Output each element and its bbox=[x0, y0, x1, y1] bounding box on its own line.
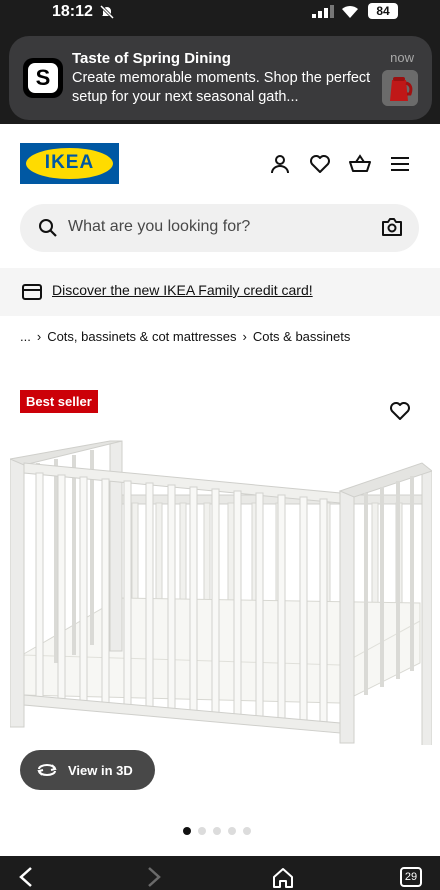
heart-icon[interactable] bbox=[308, 152, 332, 176]
pagination-dot[interactable] bbox=[183, 827, 191, 835]
crib-product-image[interactable] bbox=[10, 433, 432, 745]
app-icon: S bbox=[23, 58, 63, 98]
pagination-dot[interactable] bbox=[213, 827, 221, 835]
promo-banner[interactable]: Discover the new IKEA Family credit card… bbox=[0, 268, 440, 316]
pagination-dot[interactable] bbox=[198, 827, 206, 835]
battery-indicator: 84 bbox=[368, 3, 398, 19]
gallery-pagination bbox=[183, 822, 258, 840]
product-gallery: Best seller View in 3D bbox=[0, 375, 440, 845]
site-header: IKEA bbox=[0, 124, 440, 208]
bell-muted-icon bbox=[99, 4, 115, 20]
menu-icon[interactable] bbox=[388, 152, 412, 176]
chevron-right-icon: › bbox=[242, 329, 247, 344]
ikea-logo[interactable]: IKEA bbox=[20, 143, 119, 184]
camera-search-icon[interactable] bbox=[381, 217, 403, 237]
family-card-link[interactable]: Discover the new IKEA Family credit card… bbox=[52, 282, 313, 298]
tab-switcher-button[interactable]: 29 bbox=[400, 867, 422, 887]
forward-icon[interactable] bbox=[146, 866, 162, 888]
view-in-3d-label: View in 3D bbox=[68, 763, 133, 778]
notification-body: Create memorable moments. Shop the perfe… bbox=[72, 70, 371, 105]
clock: 18:12 bbox=[52, 3, 93, 20]
basket-icon[interactable] bbox=[348, 152, 372, 176]
chevron-right-icon: › bbox=[36, 329, 42, 344]
browser-toolbar: 29 bbox=[0, 856, 440, 890]
notification-time: now bbox=[390, 50, 414, 65]
app-icon-letter: S bbox=[28, 63, 58, 93]
search-icon bbox=[39, 219, 57, 237]
notification-title: Taste of Spring Dining bbox=[72, 50, 231, 67]
breadcrumb: ... › Cots, bassinets & cot mattresses › Cot… bbox=[20, 329, 350, 344]
rotate-3d-icon bbox=[37, 764, 57, 776]
cellular-signal-icon bbox=[312, 5, 334, 18]
search-input[interactable]: What are you looking for? bbox=[68, 218, 250, 236]
back-icon[interactable] bbox=[18, 866, 34, 888]
breadcrumb-ellipsis[interactable]: ... bbox=[20, 329, 31, 344]
breadcrumb-item[interactable]: Cots & bassinets bbox=[253, 329, 351, 344]
pagination-dot[interactable] bbox=[243, 827, 251, 835]
search-bar[interactable]: What are you looking for? bbox=[20, 204, 419, 252]
pagination-dot[interactable] bbox=[228, 827, 236, 835]
status-bar: 18:12 84 bbox=[0, 0, 440, 28]
kettle-thumbnail-image bbox=[382, 70, 418, 106]
push-notification[interactable]: S Taste of Spring Dining Create memorabl… bbox=[9, 36, 432, 120]
logo-text: IKEA bbox=[44, 152, 95, 173]
view-in-3d-button[interactable]: View in 3D bbox=[20, 750, 155, 790]
wifi-icon bbox=[342, 5, 358, 18]
home-icon[interactable] bbox=[272, 866, 294, 888]
best-seller-badge: Best seller bbox=[20, 390, 98, 413]
account-icon[interactable] bbox=[268, 152, 292, 176]
add-to-favourites-icon[interactable] bbox=[388, 399, 412, 423]
breadcrumb-item[interactable]: Cots, bassinets & cot mattresses bbox=[47, 329, 236, 344]
credit-card-icon bbox=[22, 284, 42, 300]
